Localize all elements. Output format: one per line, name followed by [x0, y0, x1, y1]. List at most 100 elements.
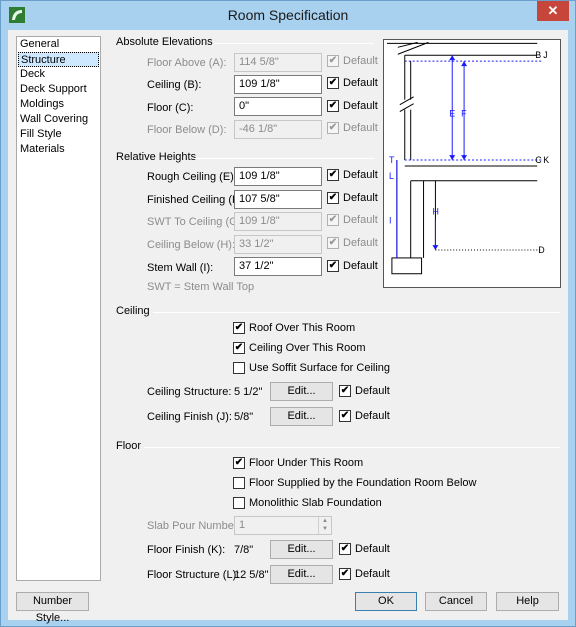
- floor-finish-label: Floor Finish (K):: [147, 544, 226, 556]
- floor-heading: Floor: [116, 440, 142, 452]
- floor-below-input[interactable]: -46 1/8": [234, 120, 322, 139]
- rough-ceiling-label: Rough Ceiling (E):: [147, 171, 237, 183]
- floor-above-default-checkbox[interactable]: ✔ Default: [327, 55, 378, 67]
- floor-input[interactable]: 0": [234, 97, 322, 116]
- floor-supplied-label: Floor Supplied by the Foundation Room Be…: [249, 477, 477, 489]
- unchecked-box: [233, 477, 245, 489]
- elevation-diagram: B J E F C K T L I H D: [383, 39, 561, 288]
- floor-below-label: Floor Below (D):: [147, 124, 227, 136]
- floor-default-label: Default: [343, 100, 378, 112]
- swt-to-ceiling-default-checkbox[interactable]: ✔ Default: [327, 214, 378, 226]
- floor-finish-value: 7/8": [234, 544, 254, 556]
- check-icon: ✔: [327, 192, 339, 204]
- title-bar[interactable]: Room Specification ✕: [1, 1, 575, 30]
- diagram-label-h: H: [432, 206, 438, 216]
- floor-structure-default-label: Default: [355, 568, 390, 580]
- ceiling-below-input[interactable]: 33 1/2": [234, 235, 322, 254]
- help-button[interactable]: Help: [496, 592, 559, 611]
- rough-ceiling-input[interactable]: 109 1/8": [234, 167, 322, 186]
- number-style-button[interactable]: Number Style...: [16, 592, 89, 624]
- ceiling-below-label: Ceiling Below (H):: [147, 239, 236, 251]
- diagram-label-k: K: [543, 155, 549, 165]
- slab-pour-label: Slab Pour Number:: [147, 520, 241, 532]
- diagram-label-f: F: [461, 109, 467, 119]
- nav-item-fill-style[interactable]: Fill Style: [18, 127, 99, 142]
- ceiling-input[interactable]: 109 1/8": [234, 75, 322, 94]
- check-icon: ✔: [339, 385, 351, 397]
- floor-below-default-checkbox[interactable]: ✔ Default: [327, 122, 378, 134]
- diagram-label-l: L: [389, 171, 394, 181]
- cancel-button[interactable]: Cancel: [425, 592, 487, 611]
- finished-ceiling-default-checkbox[interactable]: ✔ Default: [327, 192, 378, 204]
- ceiling-finish-label: Ceiling Finish (J):: [147, 411, 232, 423]
- stem-wall-default-label: Default: [343, 260, 378, 272]
- floor-structure-edit-button[interactable]: Edit...: [270, 565, 333, 584]
- floor-label: Floor (C):: [147, 102, 194, 114]
- finished-ceiling-default-label: Default: [343, 192, 378, 204]
- nav-item-deck[interactable]: Deck: [18, 67, 99, 82]
- ceiling-structure-default-label: Default: [355, 385, 390, 397]
- nav-item-structure[interactable]: Structure: [18, 52, 99, 67]
- finished-ceiling-label: Finished Ceiling (F):: [147, 194, 246, 206]
- spinner-arrows-icon[interactable]: ▲ ▼: [318, 517, 331, 534]
- floor-above-input[interactable]: 114 5/8": [234, 53, 322, 72]
- ceiling-structure-label: Ceiling Structure:: [147, 386, 232, 398]
- floor-default-checkbox[interactable]: ✔ Default: [327, 100, 378, 112]
- ceiling-finish-edit-button[interactable]: Edit...: [270, 407, 333, 426]
- floor-structure-value: 12 5/8": [234, 569, 269, 581]
- ceiling-finish-value: 5/8": [234, 411, 254, 423]
- rough-ceiling-default-checkbox[interactable]: ✔ Default: [327, 169, 378, 181]
- stem-wall-input[interactable]: 37 1/2": [234, 257, 322, 276]
- floor-finish-edit-button[interactable]: Edit...: [270, 540, 333, 559]
- soffit-checkbox[interactable]: Use Soffit Surface for Ceiling: [233, 362, 390, 374]
- check-icon: ✔: [233, 457, 245, 469]
- nav-item-materials[interactable]: Materials: [18, 142, 99, 157]
- finished-ceiling-input[interactable]: 107 5/8": [234, 190, 322, 209]
- ceiling-structure-default-checkbox[interactable]: ✔ Default: [339, 385, 390, 397]
- nav-item-deck-support[interactable]: Deck Support: [18, 82, 99, 97]
- relative-heights-heading: Relative Heights: [116, 151, 197, 163]
- ceiling-finish-default-checkbox[interactable]: ✔ Default: [339, 410, 390, 422]
- floor-above-label: Floor Above (A):: [147, 57, 227, 69]
- nav-item-wall-covering[interactable]: Wall Covering: [18, 112, 99, 127]
- floor-above-default-label: Default: [343, 55, 378, 67]
- roof-over-label: Roof Over This Room: [249, 322, 356, 334]
- stem-wall-default-checkbox[interactable]: ✔ Default: [327, 260, 378, 272]
- ceiling-default-checkbox[interactable]: ✔ Default: [327, 77, 378, 89]
- ceiling-below-default-checkbox[interactable]: ✔ Default: [327, 237, 378, 249]
- floor-supplied-checkbox[interactable]: Floor Supplied by the Foundation Room Be…: [233, 477, 476, 489]
- ceiling-below-default-label: Default: [343, 237, 378, 249]
- check-icon: ✔: [327, 260, 339, 272]
- ceiling-structure-edit-button[interactable]: Edit...: [270, 382, 333, 401]
- roof-over-checkbox[interactable]: ✔ Roof Over This Room: [233, 322, 355, 334]
- ceiling-default-label: Default: [343, 77, 378, 89]
- ceiling-structure-value: 5 1/2": [234, 386, 263, 398]
- check-icon: ✔: [233, 342, 245, 354]
- swt-to-ceiling-label: SWT To Ceiling (G):: [147, 216, 245, 228]
- check-icon: ✔: [327, 100, 339, 112]
- check-icon: ✔: [327, 237, 339, 249]
- floor-structure-default-checkbox[interactable]: ✔ Default: [339, 568, 390, 580]
- slab-pour-spinner[interactable]: 1 ▲ ▼: [234, 516, 332, 535]
- swt-note: SWT = Stem Wall Top: [147, 281, 255, 293]
- diagram-label-j: J: [543, 50, 547, 60]
- ok-button[interactable]: OK: [355, 592, 417, 611]
- diagram-label-c: C: [535, 155, 542, 165]
- floor-under-checkbox[interactable]: ✔ Floor Under This Room: [233, 457, 363, 469]
- close-button[interactable]: ✕: [537, 1, 569, 21]
- rough-ceiling-default-label: Default: [343, 169, 378, 181]
- check-icon: ✔: [327, 214, 339, 226]
- room-specification-window: Room Specification ✕ General Structure D…: [0, 0, 576, 627]
- unchecked-box: [233, 362, 245, 374]
- swt-to-ceiling-default-label: Default: [343, 214, 378, 226]
- check-icon: ✔: [327, 55, 339, 67]
- diagram-label-d: D: [538, 245, 544, 255]
- nav-item-moldings[interactable]: Moldings: [18, 97, 99, 112]
- category-list[interactable]: General Structure Deck Deck Support Mold…: [16, 36, 101, 581]
- check-icon: ✔: [327, 122, 339, 134]
- ceiling-over-checkbox[interactable]: ✔ Ceiling Over This Room: [233, 342, 366, 354]
- floor-finish-default-checkbox[interactable]: ✔ Default: [339, 543, 390, 555]
- swt-to-ceiling-input[interactable]: 109 1/8": [234, 212, 322, 231]
- monolithic-slab-checkbox[interactable]: Monolithic Slab Foundation: [233, 497, 382, 509]
- nav-item-general[interactable]: General: [18, 37, 99, 52]
